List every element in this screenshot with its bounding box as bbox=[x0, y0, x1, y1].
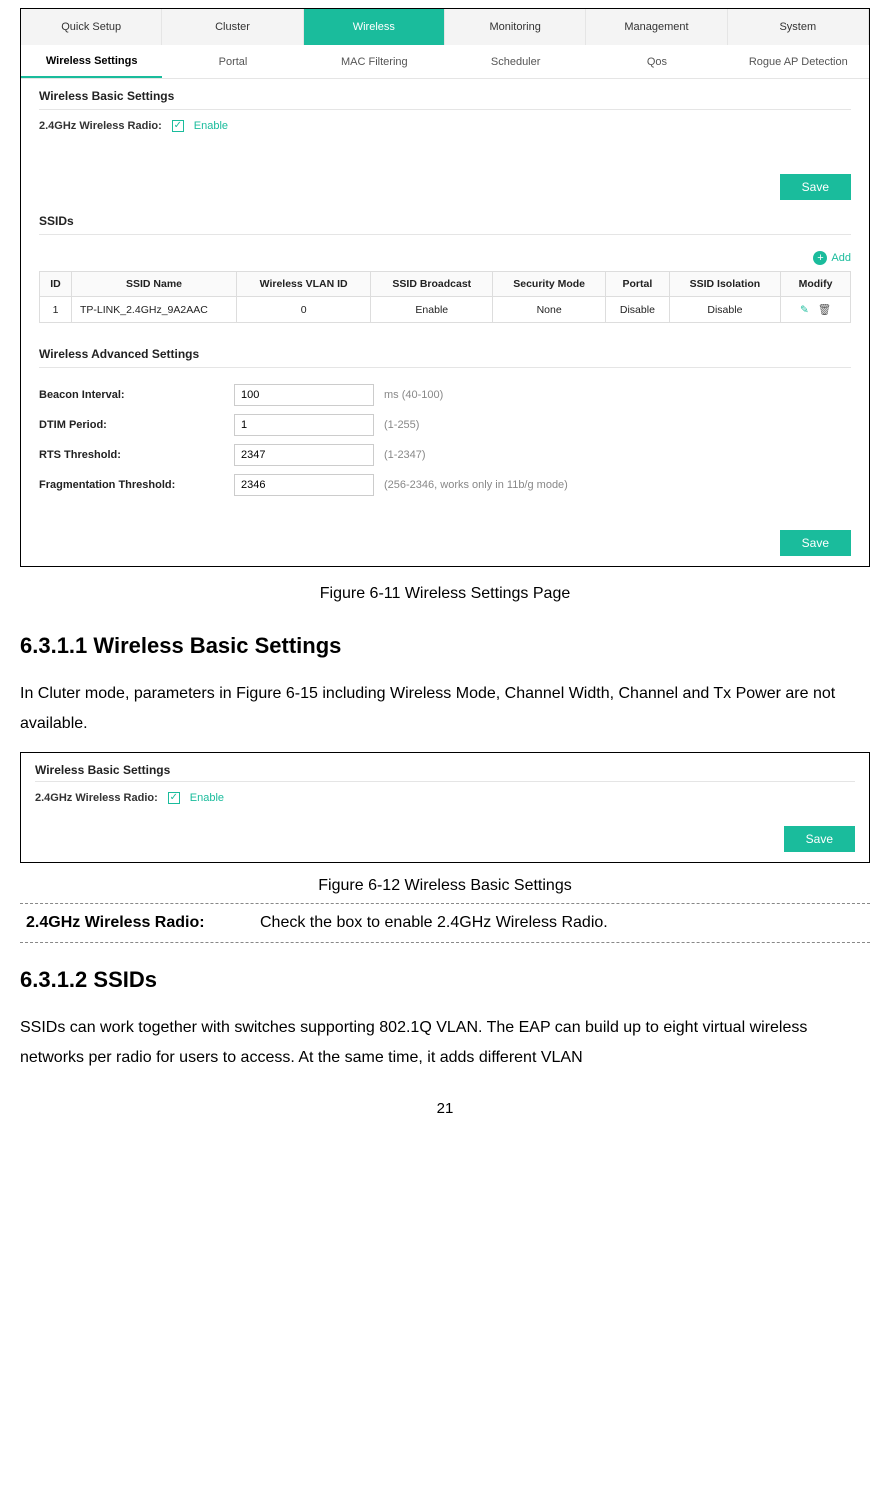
definition-term: 2.4GHz Wireless Radio: bbox=[20, 914, 260, 932]
subtab-rogue-ap[interactable]: Rogue AP Detection bbox=[728, 45, 869, 78]
th-isolation: SSID Isolation bbox=[669, 272, 780, 297]
heading-6-3-1-2: 6.3.1.2 SSIDs bbox=[20, 967, 870, 993]
lbl-beacon: Beacon Interval: bbox=[39, 389, 234, 401]
th-broadcast: SSID Broadcast bbox=[371, 272, 493, 297]
definition-desc: Check the box to enable 2.4GHz Wireless … bbox=[260, 914, 870, 932]
subtab-wireless-settings[interactable]: Wireless Settings bbox=[21, 45, 162, 78]
subtab-portal[interactable]: Portal bbox=[162, 45, 303, 78]
figure-caption-6-11: Figure 6-11 Wireless Settings Page bbox=[20, 585, 870, 603]
save-button-2[interactable]: Save bbox=[784, 826, 855, 852]
advanced-settings-grid: Beacon Interval: ms (40-100) DTIM Period… bbox=[21, 384, 869, 502]
cell-id: 1 bbox=[40, 297, 72, 323]
enable-text-2: Enable bbox=[190, 792, 224, 804]
heading-6-3-1-1: 6.3.1.1 Wireless Basic Settings bbox=[20, 633, 870, 659]
cell-security: None bbox=[493, 297, 606, 323]
cell-vlan: 0 bbox=[237, 297, 371, 323]
enable-text: Enable bbox=[194, 120, 228, 132]
subtab-scheduler[interactable]: Scheduler bbox=[445, 45, 586, 78]
enable-checkbox[interactable]: ✓ bbox=[172, 120, 184, 132]
input-beacon[interactable] bbox=[234, 384, 374, 406]
th-vlan: Wireless VLAN ID bbox=[237, 272, 371, 297]
delete-icon[interactable]: 🗑 bbox=[818, 303, 831, 316]
th-id: ID bbox=[40, 272, 72, 297]
cell-isolation: Disable bbox=[669, 297, 780, 323]
cell-name: TP-LINK_2.4GHz_9A2AAC bbox=[72, 297, 237, 323]
edit-icon[interactable]: ✎ bbox=[800, 304, 809, 316]
page-number: 21 bbox=[20, 1100, 870, 1117]
hint-frag: (256-2346, works only in 11b/g mode) bbox=[384, 479, 851, 491]
lbl-frag: Fragmentation Threshold: bbox=[39, 479, 234, 491]
ssid-table: ID SSID Name Wireless VLAN ID SSID Broad… bbox=[39, 271, 851, 323]
hint-beacon: ms (40-100) bbox=[384, 389, 851, 401]
cell-modify: ✎ 🗑 bbox=[781, 297, 851, 323]
tab-system[interactable]: System bbox=[728, 9, 869, 45]
tab-wireless[interactable]: Wireless bbox=[304, 9, 445, 45]
cell-portal: Disable bbox=[605, 297, 669, 323]
section-title-basic: Wireless Basic Settings bbox=[39, 89, 851, 103]
th-portal: Portal bbox=[605, 272, 669, 297]
paragraph-ssids-intro: SSIDs can work together with switches su… bbox=[20, 1013, 870, 1074]
main-tabs: Quick Setup Cluster Wireless Monitoring … bbox=[21, 9, 869, 45]
lbl-dtim: DTIM Period: bbox=[39, 419, 234, 431]
section-title-basic-2: Wireless Basic Settings bbox=[35, 763, 855, 777]
plus-icon: + bbox=[813, 251, 827, 265]
figure-caption-6-12: Figure 6-12 Wireless Basic Settings bbox=[20, 877, 870, 895]
section-title-ssids: SSIDs bbox=[39, 214, 851, 228]
screenshot-wireless-settings: Quick Setup Cluster Wireless Monitoring … bbox=[20, 8, 870, 567]
radio-label: 2.4GHz Wireless Radio: bbox=[39, 120, 162, 132]
subtab-mac-filtering[interactable]: MAC Filtering bbox=[304, 45, 445, 78]
input-rts[interactable] bbox=[234, 444, 374, 466]
table-row: 1 TP-LINK_2.4GHz_9A2AAC 0 Enable None Di… bbox=[40, 297, 851, 323]
section-title-advanced: Wireless Advanced Settings bbox=[39, 347, 851, 361]
save-button[interactable]: Save bbox=[780, 174, 851, 200]
sub-tabs: Wireless Settings Portal MAC Filtering S… bbox=[21, 45, 869, 79]
th-name: SSID Name bbox=[72, 272, 237, 297]
subtab-qos[interactable]: Qos bbox=[586, 45, 727, 78]
definition-row: 2.4GHz Wireless Radio: Check the box to … bbox=[20, 903, 870, 943]
hint-dtim: (1-255) bbox=[384, 419, 851, 431]
tab-monitoring[interactable]: Monitoring bbox=[445, 9, 586, 45]
input-dtim[interactable] bbox=[234, 414, 374, 436]
lbl-rts: RTS Threshold: bbox=[39, 449, 234, 461]
th-modify: Modify bbox=[781, 272, 851, 297]
tab-quick-setup[interactable]: Quick Setup bbox=[21, 9, 162, 45]
tab-management[interactable]: Management bbox=[586, 9, 727, 45]
enable-checkbox-2[interactable]: ✓ bbox=[168, 792, 180, 804]
add-label: Add bbox=[831, 252, 851, 264]
paragraph-basic-intro: In Cluter mode, parameters in Figure 6-1… bbox=[20, 679, 870, 740]
cell-broadcast: Enable bbox=[371, 297, 493, 323]
hint-rts: (1-2347) bbox=[384, 449, 851, 461]
save-button-advanced[interactable]: Save bbox=[780, 530, 851, 556]
th-security: Security Mode bbox=[493, 272, 606, 297]
radio-label-2: 2.4GHz Wireless Radio: bbox=[35, 792, 158, 804]
input-frag[interactable] bbox=[234, 474, 374, 496]
screenshot-basic-settings: Wireless Basic Settings 2.4GHz Wireless … bbox=[20, 752, 870, 863]
add-ssid-button[interactable]: + Add bbox=[21, 251, 869, 271]
tab-cluster[interactable]: Cluster bbox=[162, 9, 303, 45]
